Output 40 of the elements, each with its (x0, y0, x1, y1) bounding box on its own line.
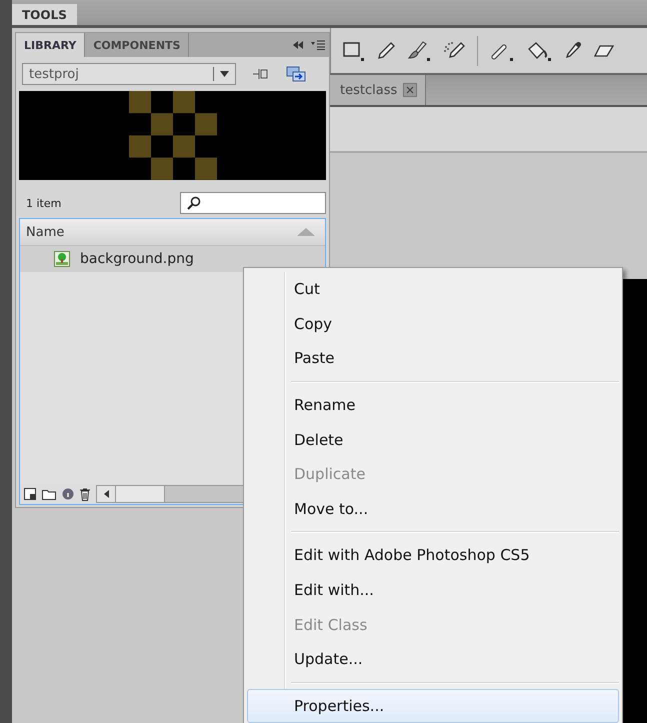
scroll-left-icon[interactable] (104, 490, 108, 498)
menu-item[interactable]: Paste (247, 341, 619, 376)
sort-icon (297, 228, 315, 236)
brush-tool-icon[interactable] (407, 40, 431, 60)
pin-icon[interactable] (252, 67, 270, 81)
panel-tab[interactable]: LIBRARY (16, 33, 86, 57)
rectangle-tool-icon[interactable] (343, 40, 365, 60)
eraser-icon[interactable] (594, 42, 614, 58)
paint-bucket-icon[interactable] (526, 40, 552, 60)
search-icon (187, 196, 201, 210)
menu-item[interactable]: Edit with Adobe Photoshop CS5 (247, 538, 619, 573)
menu-item[interactable]: Edit with... (247, 572, 619, 608)
trash-icon[interactable] (80, 488, 90, 500)
panel-menu-icon[interactable] (311, 40, 325, 50)
item-count: 1 item (26, 196, 62, 210)
library-dropdown[interactable]: testproj (22, 63, 236, 85)
collapse-icon[interactable] (293, 41, 303, 49)
menu-item[interactable]: Copy (247, 306, 619, 342)
pencil-tool-icon[interactable] (377, 40, 395, 60)
search-field[interactable] (180, 192, 326, 214)
tools-tab[interactable]: TOOLS (12, 4, 77, 25)
info-icon[interactable] (62, 488, 74, 500)
eyedropper-icon[interactable] (564, 40, 582, 60)
close-icon[interactable] (403, 83, 418, 97)
menu-item[interactable]: Move to... (247, 492, 619, 526)
dropdown-arrow-icon (220, 71, 229, 77)
library-item[interactable]: background.png (20, 246, 325, 272)
document-tab[interactable]: testclass (330, 75, 426, 105)
new-library-icon[interactable] (286, 66, 306, 82)
menu-item[interactable]: Properties... (247, 688, 619, 723)
menu-item[interactable]: Update... (247, 642, 619, 677)
menu-item[interactable]: Cut (247, 272, 619, 307)
menu-item[interactable]: Delete (247, 422, 619, 457)
image-file-icon (54, 251, 70, 267)
folder-icon[interactable] (42, 488, 56, 500)
spray-tool-icon[interactable] (443, 40, 465, 60)
column-header[interactable]: Name (20, 219, 325, 246)
panel-tab[interactable]: COMPONENTS (85, 33, 190, 57)
menu-item[interactable]: Rename (247, 388, 619, 422)
new-symbol-icon[interactable] (24, 488, 36, 500)
